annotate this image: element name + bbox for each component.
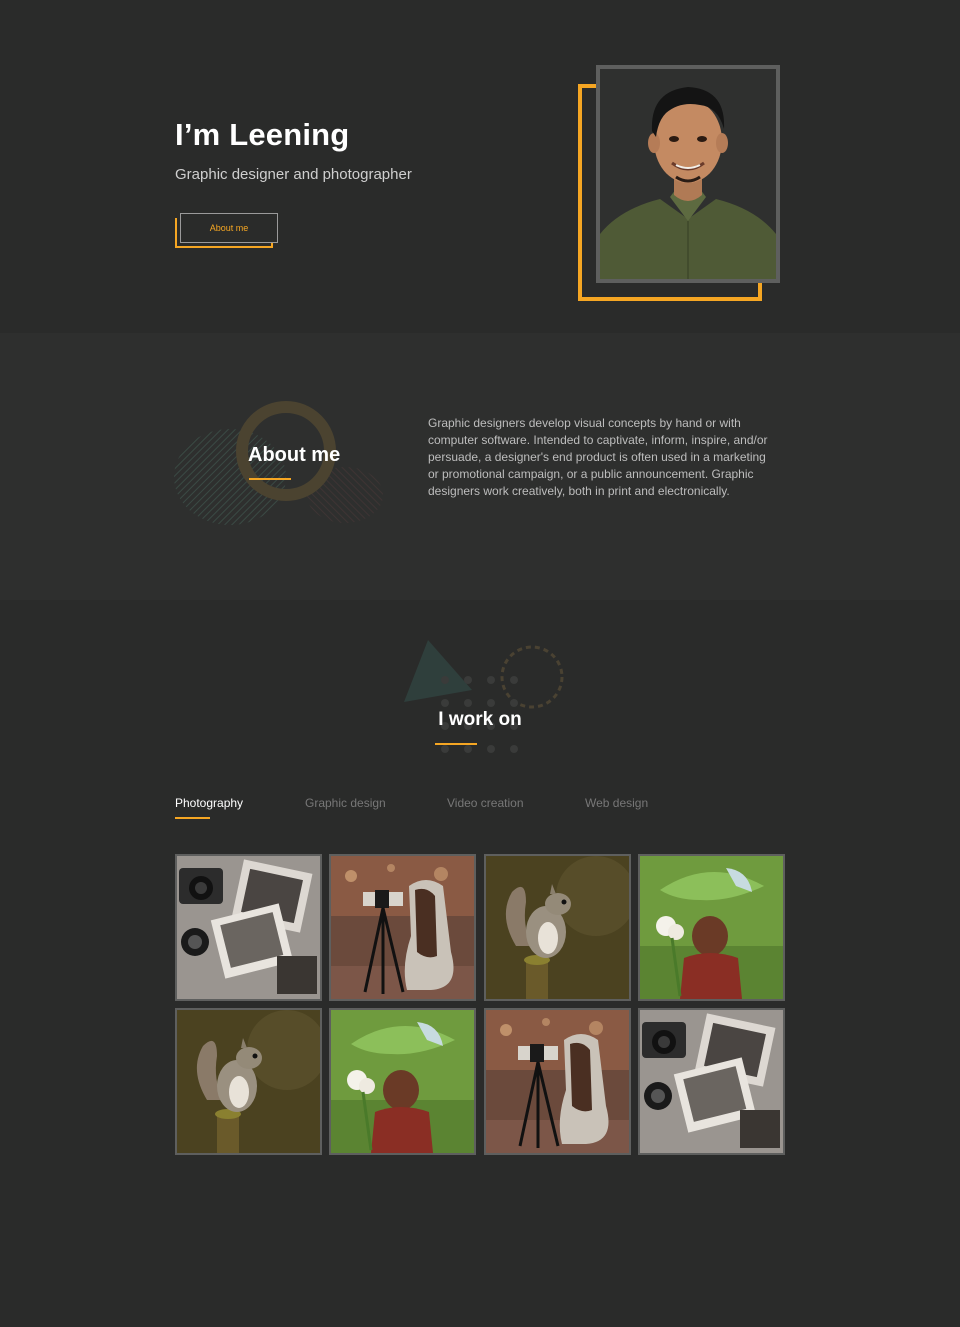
gallery-item-squirrel[interactable]	[484, 854, 631, 1001]
about-me-button[interactable]: About me	[180, 213, 278, 243]
gallery-item-girl-camera[interactable]	[329, 854, 476, 1001]
gallery-item-squirrel-2[interactable]	[175, 1008, 322, 1155]
tab-video-creation[interactable]: Video creation	[447, 796, 524, 810]
gallery-item-camera-photos-2[interactable]	[638, 1008, 785, 1155]
boy-leaf-image	[331, 1010, 474, 1153]
girl-camera-image	[486, 1010, 629, 1153]
camera-photos-image	[640, 1010, 783, 1153]
work-title: I work on	[438, 709, 522, 730]
about-title-underline	[249, 478, 291, 480]
boy-leaf-image	[640, 856, 783, 999]
girl-camera-image	[331, 856, 474, 999]
gallery-item-boy-leaf-2[interactable]	[329, 1008, 476, 1155]
gallery-item-camera-photos[interactable]	[175, 854, 322, 1001]
portrait-photo	[596, 65, 780, 283]
camera-photos-image	[177, 856, 320, 999]
about-description: Graphic designers develop visual concept…	[428, 416, 768, 498]
work-decoration	[404, 640, 564, 753]
tab-graphic-design[interactable]: Graphic design	[305, 796, 386, 810]
gallery-item-boy-leaf[interactable]	[638, 854, 785, 1001]
hero-title: I’m Leening	[175, 117, 350, 152]
squirrel-image	[486, 856, 629, 999]
tab-web-design[interactable]: Web design	[585, 796, 648, 810]
about-title: About me	[248, 444, 341, 466]
hero-subtitle: Graphic designer and photographer	[175, 166, 412, 183]
hero-section: I’m Leening Graphic designer and photogr…	[0, 0, 960, 333]
portrait-illustration	[600, 69, 776, 279]
active-tab-indicator	[175, 817, 210, 819]
tab-photography[interactable]: Photography	[175, 796, 243, 810]
squirrel-image	[177, 1010, 320, 1153]
work-title-underline	[435, 743, 477, 745]
gallery-item-girl-camera-2[interactable]	[484, 1008, 631, 1155]
about-me-button-wrap: About me	[175, 213, 279, 249]
